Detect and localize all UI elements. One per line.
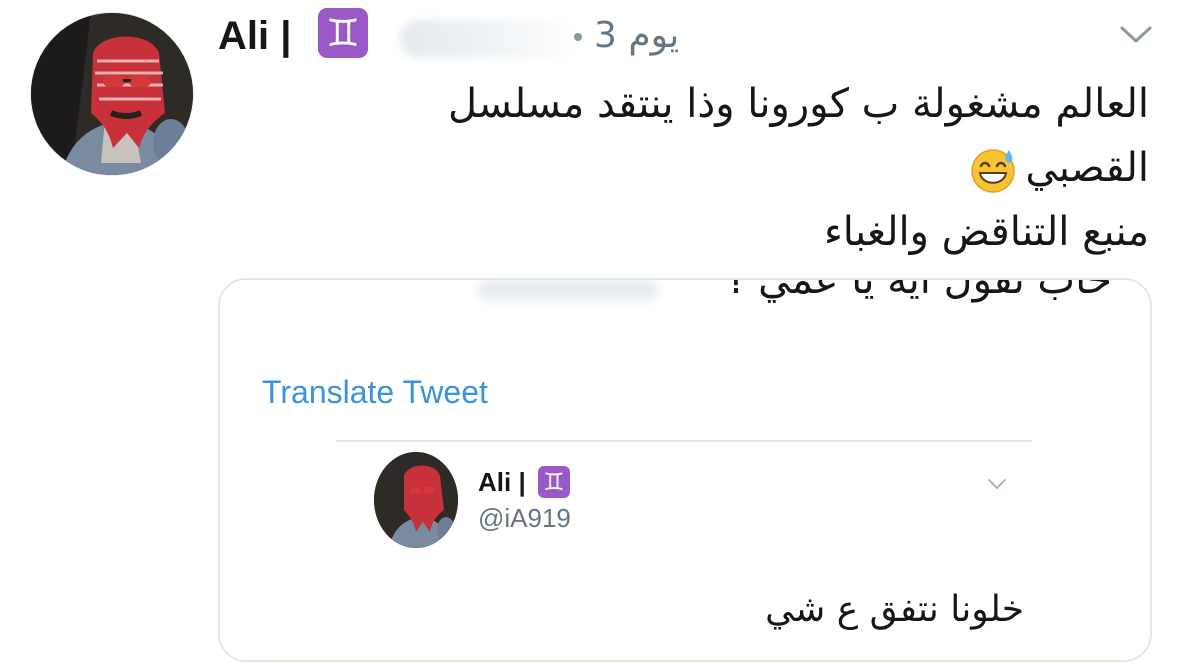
separator-dot: [574, 33, 582, 41]
translate-tweet-link[interactable]: Translate Tweet: [262, 372, 488, 412]
chevron-down-icon[interactable]: [1118, 20, 1154, 48]
tweet-text-line-2-text: القصبي: [1025, 145, 1149, 191]
inner-author-avatar[interactable]: [374, 452, 458, 548]
blurred-handle: [400, 20, 580, 58]
gemini-sign-badge: ♊: [318, 8, 368, 58]
inner-author-name[interactable]: Ali |: [478, 466, 526, 498]
quoted-screenshot-card[interactable]: حاب تقول ايه يا عمي ؟ Translate Tweet Al…: [218, 278, 1152, 662]
tweet-time[interactable]: 3 يوم: [594, 12, 679, 60]
tweet-text-line-2: القصبي: [329, 136, 1149, 200]
inner-author-handle[interactable]: @iA919: [478, 502, 571, 534]
inner-avatar-image: [374, 452, 458, 548]
tweet-text: العالم مشغولة ب كورونا وذا ينتقد مسلسل ا…: [329, 72, 1149, 264]
author-name[interactable]: Ali |: [218, 8, 291, 64]
inner-tweet-text: خلونا نتفق ع شي: [765, 589, 1024, 630]
divider: [336, 440, 1032, 442]
clipped-text-line: حاب تقول ايه يا عمي ؟: [724, 278, 1112, 303]
blurred-region: [478, 280, 658, 300]
sweat-smile-icon: [971, 149, 1016, 193]
tweet-text-line-1: العالم مشغولة ب كورونا وذا ينتقد مسلسل: [448, 81, 1149, 127]
author-avatar[interactable]: [30, 12, 194, 176]
avatar-image: [31, 13, 193, 175]
inner-chevron-down-icon[interactable]: [986, 476, 1008, 492]
tweet-text-line-3: منبع التناقض والغباء: [823, 209, 1149, 255]
inner-gemini-sign-badge: ♊: [538, 466, 570, 498]
